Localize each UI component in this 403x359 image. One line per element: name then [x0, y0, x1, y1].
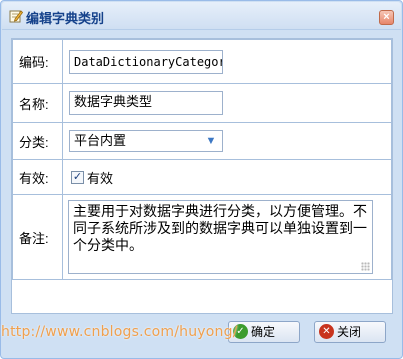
category-select-value: 平台内置 [74, 133, 127, 148]
chevron-down-icon[interactable]: ▼ [204, 133, 218, 149]
code-input[interactable]: DataDictionaryCategor: [69, 49, 223, 74]
remark-label: 备注: [12, 194, 63, 280]
form-row-code: 编码: DataDictionaryCategor: [12, 39, 392, 84]
code-label: 编码: [12, 39, 63, 84]
dialog-titlebar[interactable]: 编辑字典类别 × [2, 2, 401, 30]
close-button[interactable]: ✕ 关闭 [314, 321, 386, 343]
dialog-title: 编辑字典类别 [26, 11, 105, 26]
valid-checkbox-group[interactable]: ✓ 有效 [71, 168, 391, 187]
form-table: 编码: DataDictionaryCategor: 名称: 数据字典类型 分类… [12, 39, 392, 280]
remark-textarea[interactable]: 主要用于对数据字典进行分类，以方便管理。不同子系统所涉及到的数据字典可以单独设置… [68, 200, 373, 274]
name-input[interactable]: 数据字典类型 [69, 91, 223, 115]
form-row-remark: 备注: 主要用于对数据字典进行分类，以方便管理。不同子系统所涉及到的数据字典可以… [12, 194, 392, 280]
name-label: 名称: [12, 83, 63, 123]
cancel-icon: ✕ [319, 324, 334, 339]
edit-dictionary-category-dialog: 编辑字典类别 × 编码: DataDictionaryCategor: 名称: … [0, 0, 403, 359]
form-panel: 编码: DataDictionaryCategor: 名称: 数据字典类型 分类… [11, 38, 393, 314]
edit-icon [9, 10, 23, 23]
ok-button-label: 确定 [251, 325, 276, 339]
close-button-label: 关闭 [337, 325, 362, 339]
valid-checkbox[interactable]: ✓ [71, 170, 84, 184]
form-row-valid: 有效: ✓ 有效 [12, 159, 392, 195]
close-icon[interactable]: × [379, 10, 394, 25]
watermark-url: http://www.cnblogs.com/huyong/ [1, 324, 238, 340]
valid-checkbox-label[interactable]: 有效 [87, 168, 113, 187]
resize-grip-icon[interactable] [361, 262, 370, 271]
valid-label: 有效: [12, 159, 63, 195]
category-label: 分类: [12, 122, 63, 160]
category-select[interactable]: 平台内置 ▼ [69, 130, 223, 152]
form-row-name: 名称: 数据字典类型 [12, 83, 392, 123]
remark-text: 主要用于对数据字典进行分类，以方便管理。不同子系统所涉及到的数据字典可以单独设置… [73, 203, 367, 253]
ok-button[interactable]: ✓ 确定 [228, 321, 300, 343]
form-row-category: 分类: 平台内置 ▼ [12, 122, 392, 160]
